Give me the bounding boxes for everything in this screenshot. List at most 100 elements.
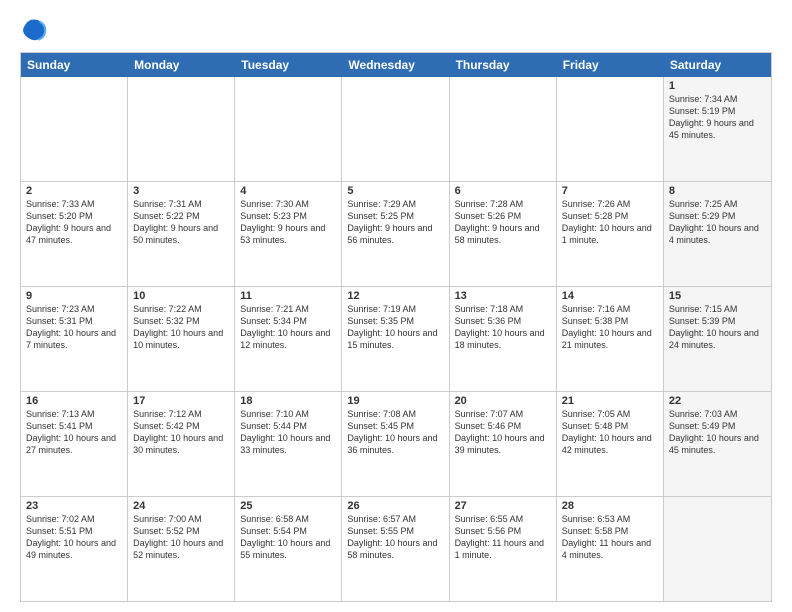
day-info: Sunrise: 6:57 AM Sunset: 5:55 PM Dayligh…	[347, 513, 443, 562]
calendar-cell: 11Sunrise: 7:21 AM Sunset: 5:34 PM Dayli…	[235, 287, 342, 391]
calendar-cell: 1Sunrise: 7:34 AM Sunset: 5:19 PM Daylig…	[664, 77, 771, 181]
calendar-cell	[664, 497, 771, 601]
day-info: Sunrise: 7:28 AM Sunset: 5:26 PM Dayligh…	[455, 198, 551, 247]
day-number: 28	[562, 500, 658, 512]
day-number: 1	[669, 80, 766, 92]
day-info: Sunrise: 7:23 AM Sunset: 5:31 PM Dayligh…	[26, 303, 122, 352]
calendar-cell: 13Sunrise: 7:18 AM Sunset: 5:36 PM Dayli…	[450, 287, 557, 391]
day-number: 14	[562, 290, 658, 302]
calendar-row: 16Sunrise: 7:13 AM Sunset: 5:41 PM Dayli…	[21, 392, 771, 497]
day-info: Sunrise: 7:15 AM Sunset: 5:39 PM Dayligh…	[669, 303, 766, 352]
logo	[20, 16, 54, 44]
calendar-cell: 9Sunrise: 7:23 AM Sunset: 5:31 PM Daylig…	[21, 287, 128, 391]
day-info: Sunrise: 7:29 AM Sunset: 5:25 PM Dayligh…	[347, 198, 443, 247]
calendar-cell	[557, 77, 664, 181]
day-info: Sunrise: 7:10 AM Sunset: 5:44 PM Dayligh…	[240, 408, 336, 457]
calendar-cell: 2Sunrise: 7:33 AM Sunset: 5:20 PM Daylig…	[21, 182, 128, 286]
header-day: Friday	[557, 53, 664, 77]
calendar-cell: 27Sunrise: 6:55 AM Sunset: 5:56 PM Dayli…	[450, 497, 557, 601]
day-info: Sunrise: 7:33 AM Sunset: 5:20 PM Dayligh…	[26, 198, 122, 247]
day-info: Sunrise: 7:30 AM Sunset: 5:23 PM Dayligh…	[240, 198, 336, 247]
day-number: 11	[240, 290, 336, 302]
calendar-row: 23Sunrise: 7:02 AM Sunset: 5:51 PM Dayli…	[21, 497, 771, 601]
calendar-cell: 15Sunrise: 7:15 AM Sunset: 5:39 PM Dayli…	[664, 287, 771, 391]
calendar-cell	[21, 77, 128, 181]
day-number: 10	[133, 290, 229, 302]
header-day: Tuesday	[235, 53, 342, 77]
calendar-cell: 7Sunrise: 7:26 AM Sunset: 5:28 PM Daylig…	[557, 182, 664, 286]
header-day: Thursday	[450, 53, 557, 77]
day-number: 5	[347, 185, 443, 197]
calendar-cell: 26Sunrise: 6:57 AM Sunset: 5:55 PM Dayli…	[342, 497, 449, 601]
calendar-cell: 12Sunrise: 7:19 AM Sunset: 5:35 PM Dayli…	[342, 287, 449, 391]
calendar-row: 9Sunrise: 7:23 AM Sunset: 5:31 PM Daylig…	[21, 287, 771, 392]
day-number: 19	[347, 395, 443, 407]
calendar-cell: 23Sunrise: 7:02 AM Sunset: 5:51 PM Dayli…	[21, 497, 128, 601]
day-number: 6	[455, 185, 551, 197]
calendar-cell	[450, 77, 557, 181]
calendar-cell: 5Sunrise: 7:29 AM Sunset: 5:25 PM Daylig…	[342, 182, 449, 286]
calendar-cell: 19Sunrise: 7:08 AM Sunset: 5:45 PM Dayli…	[342, 392, 449, 496]
day-info: Sunrise: 6:58 AM Sunset: 5:54 PM Dayligh…	[240, 513, 336, 562]
calendar-row: 1Sunrise: 7:34 AM Sunset: 5:19 PM Daylig…	[21, 77, 771, 182]
header-day: Wednesday	[342, 53, 449, 77]
day-info: Sunrise: 6:53 AM Sunset: 5:58 PM Dayligh…	[562, 513, 658, 562]
day-info: Sunrise: 7:03 AM Sunset: 5:49 PM Dayligh…	[669, 408, 766, 457]
day-info: Sunrise: 7:34 AM Sunset: 5:19 PM Dayligh…	[669, 93, 766, 142]
day-number: 3	[133, 185, 229, 197]
day-number: 15	[669, 290, 766, 302]
day-number: 21	[562, 395, 658, 407]
day-number: 7	[562, 185, 658, 197]
day-number: 4	[240, 185, 336, 197]
header-day: Sunday	[21, 53, 128, 77]
header-day: Monday	[128, 53, 235, 77]
calendar-cell: 17Sunrise: 7:12 AM Sunset: 5:42 PM Dayli…	[128, 392, 235, 496]
day-number: 9	[26, 290, 122, 302]
day-number: 18	[240, 395, 336, 407]
calendar-row: 2Sunrise: 7:33 AM Sunset: 5:20 PM Daylig…	[21, 182, 771, 287]
day-info: Sunrise: 7:25 AM Sunset: 5:29 PM Dayligh…	[669, 198, 766, 247]
header	[20, 16, 772, 44]
calendar-cell	[342, 77, 449, 181]
day-number: 16	[26, 395, 122, 407]
header-day: Saturday	[664, 53, 771, 77]
calendar-header: SundayMondayTuesdayWednesdayThursdayFrid…	[21, 53, 771, 77]
day-number: 27	[455, 500, 551, 512]
day-number: 12	[347, 290, 443, 302]
day-info: Sunrise: 7:02 AM Sunset: 5:51 PM Dayligh…	[26, 513, 122, 562]
day-number: 26	[347, 500, 443, 512]
day-info: Sunrise: 7:18 AM Sunset: 5:36 PM Dayligh…	[455, 303, 551, 352]
day-number: 20	[455, 395, 551, 407]
day-number: 24	[133, 500, 229, 512]
day-info: Sunrise: 7:31 AM Sunset: 5:22 PM Dayligh…	[133, 198, 229, 247]
logo-icon	[20, 16, 48, 44]
calendar-cell: 10Sunrise: 7:22 AM Sunset: 5:32 PM Dayli…	[128, 287, 235, 391]
day-info: Sunrise: 7:19 AM Sunset: 5:35 PM Dayligh…	[347, 303, 443, 352]
calendar-cell: 4Sunrise: 7:30 AM Sunset: 5:23 PM Daylig…	[235, 182, 342, 286]
day-info: Sunrise: 7:00 AM Sunset: 5:52 PM Dayligh…	[133, 513, 229, 562]
day-number: 22	[669, 395, 766, 407]
calendar-cell: 18Sunrise: 7:10 AM Sunset: 5:44 PM Dayli…	[235, 392, 342, 496]
calendar: SundayMondayTuesdayWednesdayThursdayFrid…	[20, 52, 772, 602]
calendar-cell: 3Sunrise: 7:31 AM Sunset: 5:22 PM Daylig…	[128, 182, 235, 286]
calendar-cell: 24Sunrise: 7:00 AM Sunset: 5:52 PM Dayli…	[128, 497, 235, 601]
day-info: Sunrise: 7:13 AM Sunset: 5:41 PM Dayligh…	[26, 408, 122, 457]
calendar-cell	[235, 77, 342, 181]
day-info: Sunrise: 6:55 AM Sunset: 5:56 PM Dayligh…	[455, 513, 551, 562]
day-info: Sunrise: 7:05 AM Sunset: 5:48 PM Dayligh…	[562, 408, 658, 457]
day-info: Sunrise: 7:26 AM Sunset: 5:28 PM Dayligh…	[562, 198, 658, 247]
day-info: Sunrise: 7:22 AM Sunset: 5:32 PM Dayligh…	[133, 303, 229, 352]
calendar-cell: 28Sunrise: 6:53 AM Sunset: 5:58 PM Dayli…	[557, 497, 664, 601]
calendar-cell: 20Sunrise: 7:07 AM Sunset: 5:46 PM Dayli…	[450, 392, 557, 496]
day-number: 13	[455, 290, 551, 302]
day-number: 23	[26, 500, 122, 512]
calendar-cell: 16Sunrise: 7:13 AM Sunset: 5:41 PM Dayli…	[21, 392, 128, 496]
calendar-cell: 21Sunrise: 7:05 AM Sunset: 5:48 PM Dayli…	[557, 392, 664, 496]
day-info: Sunrise: 7:21 AM Sunset: 5:34 PM Dayligh…	[240, 303, 336, 352]
day-info: Sunrise: 7:16 AM Sunset: 5:38 PM Dayligh…	[562, 303, 658, 352]
day-info: Sunrise: 7:08 AM Sunset: 5:45 PM Dayligh…	[347, 408, 443, 457]
day-number: 2	[26, 185, 122, 197]
day-info: Sunrise: 7:12 AM Sunset: 5:42 PM Dayligh…	[133, 408, 229, 457]
calendar-cell: 8Sunrise: 7:25 AM Sunset: 5:29 PM Daylig…	[664, 182, 771, 286]
day-number: 8	[669, 185, 766, 197]
